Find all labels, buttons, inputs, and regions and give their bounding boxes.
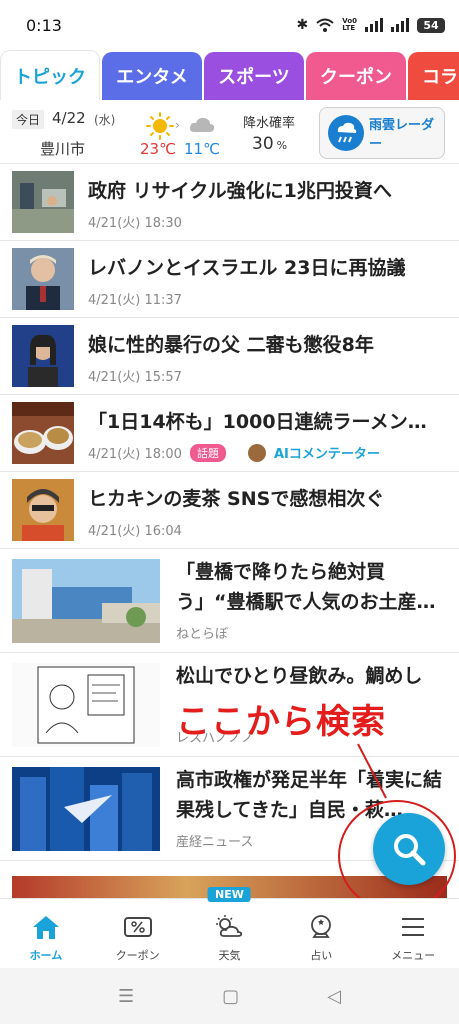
search-annotation: ここから検索 (176, 702, 386, 742)
news-title: ヒカキンの麦茶 SNSで感想相次ぐ (88, 488, 385, 510)
tab-coupon[interactable]: クーポン (306, 52, 406, 100)
system-home-icon[interactable]: ▢ (222, 986, 239, 1007)
weather-icon (214, 913, 244, 941)
bluetooth-icon: ✱ (296, 17, 309, 33)
news-item[interactable]: 政府 リサイクル強化に1兆円投資へ 4/21(火) 18:30 (0, 164, 459, 241)
nav-fortune[interactable]: 占い (275, 899, 367, 968)
nav-weather[interactable]: NEW 天気 (184, 887, 276, 968)
news-meta: 4/21(火) 16:04 (88, 520, 182, 539)
news-time: 4/21(火) 11:37 (88, 293, 182, 308)
news-meta: 4/21(火) 18:00 話題 AIコメンテーター (88, 443, 380, 462)
news-meta: 4/21(火) 11:37 (88, 289, 182, 308)
nav-label: メニュー (391, 949, 436, 962)
cloud-icon (189, 117, 215, 132)
signal-icon (365, 18, 383, 32)
news-thumbnail (12, 248, 74, 310)
radar-label: 雨雲レーダー (369, 118, 435, 152)
feature-title: 「豊橋で降りたら絶対買う」“豊橋駅で人気のお土産… (176, 561, 436, 613)
feature-thumbnail (12, 767, 160, 851)
ai-commentator-label[interactable]: AIコメンテーター (274, 443, 380, 462)
menu-icon (398, 913, 428, 941)
temp-low: 11℃ (184, 140, 220, 158)
new-badge: NEW (208, 887, 251, 902)
temp-high: 23℃ (140, 140, 176, 158)
news-title: 政府 リサイクル強化に1兆円投資へ (88, 180, 392, 202)
weather-city: 豊川市 (40, 140, 86, 158)
topic-tag: 話題 (189, 443, 226, 462)
nav-menu[interactable]: メニュー (367, 899, 459, 968)
wifi-icon (316, 18, 334, 32)
ai-commentator-avatar (247, 443, 266, 462)
sun-icon (146, 112, 174, 140)
weather-day-of-week: (水) (94, 113, 116, 127)
news-thumbnail (12, 171, 74, 233)
weather-widget[interactable]: 今日 4/22 (水) 豊川市 › 23℃ 11℃ 降水確率 30% 雨雲レーダ… (0, 102, 459, 164)
status-time: 0:13 (26, 15, 62, 35)
system-back-icon[interactable]: ◁ (327, 986, 341, 1007)
rain-probability-value: 30 (252, 134, 274, 154)
weather-date: 4/22 (52, 109, 86, 127)
feature-thumbnail (12, 663, 160, 747)
feature-title: 松山でひとり昼飲み。鯛めし (176, 665, 423, 687)
news-time: 4/21(火) 16:04 (88, 524, 182, 539)
news-item[interactable]: レバノンとイスラエル 23日に再協議 4/21(火) 11:37 (0, 241, 459, 318)
rain-probability-unit: % (276, 139, 288, 152)
news-title: レバノンとイスラエル 23日に再協議 (88, 257, 406, 279)
news-time: 4/21(火) 18:30 (88, 216, 182, 231)
feature-source: ねとらぼ (176, 627, 229, 642)
feature-item[interactable]: 「豊橋で降りたら絶対買う」“豊橋駅で人気のお土産… ねとらぼ (0, 549, 459, 653)
nav-label: 占い (310, 949, 333, 962)
rain-probability: 30% (252, 134, 287, 154)
news-thumbnail (12, 402, 74, 464)
volte-bottom: LTE (342, 24, 356, 32)
coupon-icon (123, 913, 153, 941)
battery-indicator: 54 (417, 17, 445, 33)
news-time: 4/21(火) 15:57 (88, 370, 182, 385)
news-thumbnail (12, 479, 74, 541)
news-time: 4/21(火) 18:00 (88, 447, 182, 462)
nav-label: クーポン (115, 949, 160, 962)
forecast-arrow-icon: › (175, 118, 180, 132)
rain-probability-label: 降水確率 (243, 116, 296, 131)
status-icons: ✱ Vo0 LTE 54 (297, 17, 445, 33)
recent-apps-icon[interactable]: ☰ (118, 986, 134, 1007)
system-navigation-bar: ☰ ▢ ◁ (0, 968, 459, 1024)
news-meta: 4/21(火) 15:57 (88, 366, 182, 385)
nav-label: ホーム (29, 949, 63, 962)
status-bar: 0:13 ✱ Vo0 LTE 54 (0, 0, 459, 50)
home-icon (31, 913, 61, 941)
news-title: 「1日14杯も」1000日連続ラーメン… (88, 411, 427, 433)
news-title: 娘に性的暴行の父 二審も懲役8年 (88, 334, 374, 356)
category-tabs: トピック エンタメ スポーツ クーポン コラ (0, 50, 459, 100)
feature-source: 産経ニュース (176, 835, 254, 850)
search-button[interactable] (373, 813, 445, 885)
fortune-icon (306, 913, 336, 941)
nav-home[interactable]: ホーム (0, 899, 92, 968)
news-item[interactable]: ヒカキンの麦茶 SNSで感想相次ぐ 4/21(火) 16:04 (0, 472, 459, 549)
feature-thumbnail (12, 559, 160, 643)
news-thumbnail (12, 325, 74, 387)
rain-radar-button[interactable]: 雨雲レーダー (319, 107, 445, 159)
tab-column[interactable]: コラ (408, 52, 459, 100)
tab-entertainment[interactable]: エンタメ (102, 52, 202, 100)
radar-icon (328, 115, 364, 151)
nav-label: 天気 (218, 949, 241, 962)
news-item[interactable]: 娘に性的暴行の父 二審も懲役8年 4/21(火) 15:57 (0, 318, 459, 395)
bottom-navigation: ホーム クーポン NEW 天気 占い メニュー (0, 887, 459, 968)
nav-coupon[interactable]: クーポン (92, 899, 184, 968)
news-item[interactable]: 「1日14杯も」1000日連続ラーメン… 4/21(火) 18:00 話題 AI… (0, 395, 459, 472)
today-badge: 今日 (12, 110, 45, 129)
search-icon (394, 834, 426, 866)
tab-sports[interactable]: スポーツ (204, 52, 304, 100)
news-meta: 4/21(火) 18:30 (88, 212, 182, 231)
annotation-arrow (357, 743, 387, 799)
signal-icon-2 (391, 18, 409, 32)
tab-topics[interactable]: トピック (0, 50, 100, 100)
volte-indicator: Vo0 LTE (342, 18, 357, 32)
